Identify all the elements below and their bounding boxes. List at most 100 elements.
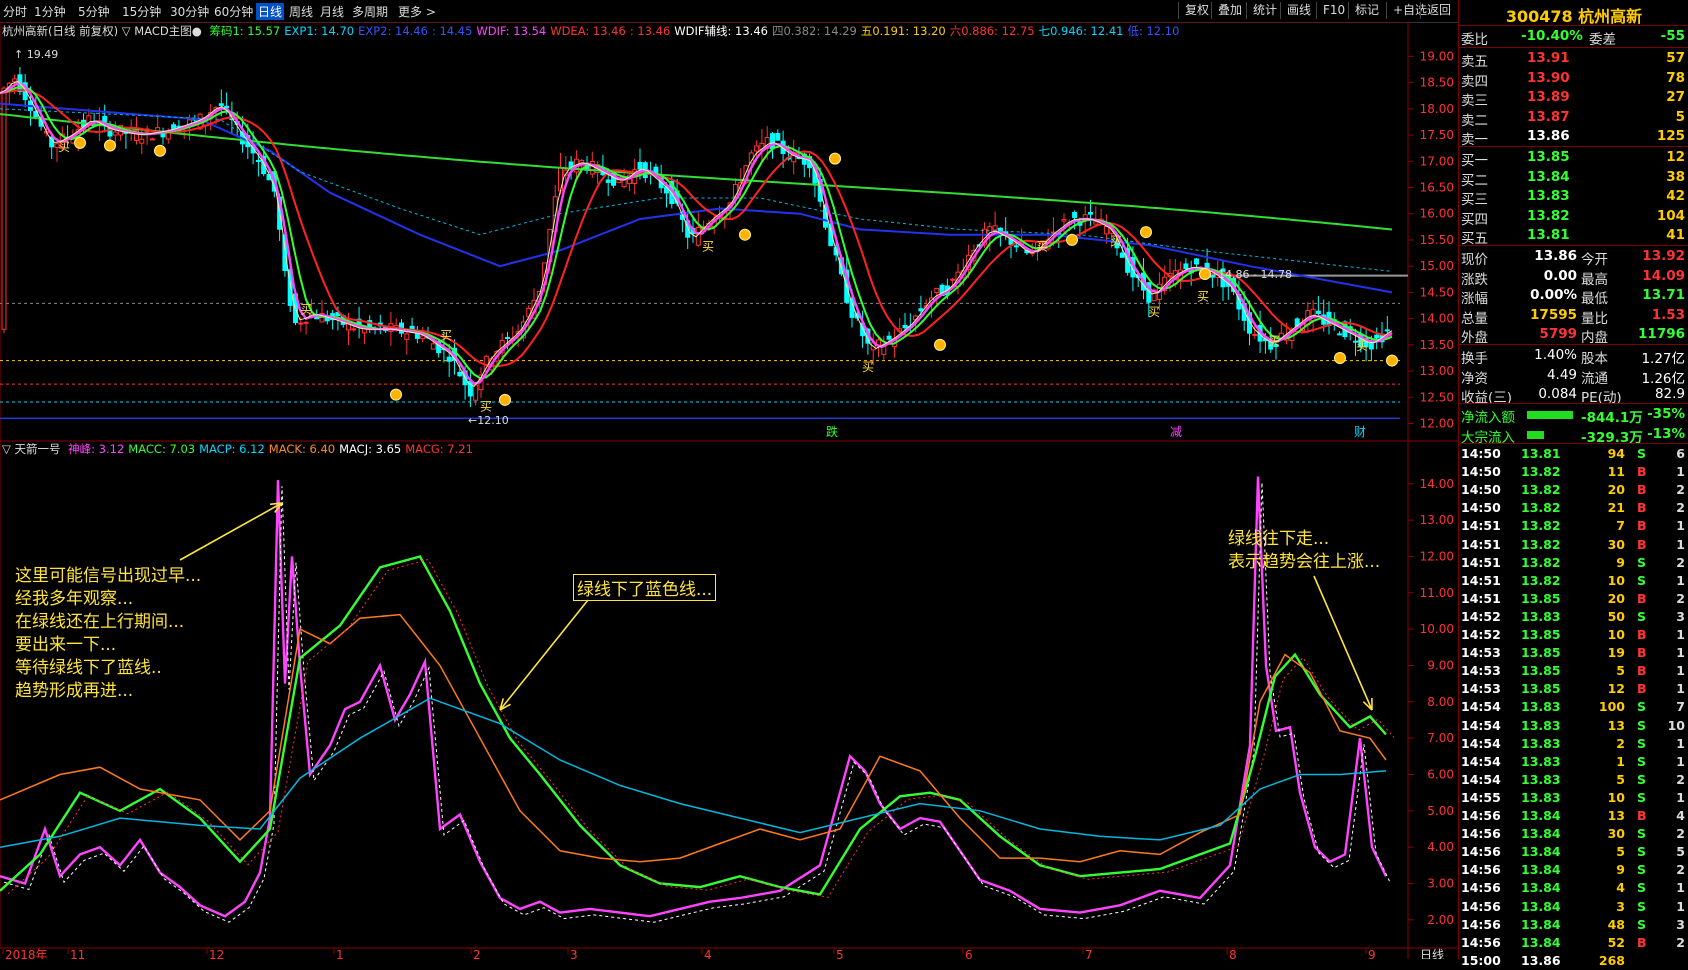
candle-body [473,384,479,401]
tick-row: 14:50 13.82 11 B 1 [1459,463,1688,481]
stat-label: 换手 [1461,351,1488,367]
period-tab-2[interactable]: 5分钟 [78,3,110,20]
stat-value: 1.53 [1651,306,1685,323]
tick-cell: 50 [1607,608,1625,624]
period-tab-0[interactable]: 分时 [3,3,27,20]
tick-cell: 13.83 [1521,735,1561,751]
tick-cell: B [1637,590,1647,606]
tick-cell: 14:54 [1461,771,1501,787]
period-tab-3[interactable]: 15分钟 [122,3,161,20]
bid-price: 13.81 [1527,227,1570,243]
toolbar-button-3[interactable]: 画线 [1280,2,1317,19]
tick-cell: 13.84 [1521,880,1561,896]
tick-cell: 4 [1676,808,1685,823]
buy-signal-label: 买 [862,360,874,374]
ask-volume: 57 [1666,50,1685,66]
divider [1459,403,1688,404]
quote-row: 买二 13.84 38 [1459,168,1688,189]
stat-label: 外盘 [1461,330,1488,346]
sub-axis-label: 3.00 [1427,876,1454,890]
toolbar-button-7[interactable]: 返回 [1420,2,1457,19]
price-axis-label: 16.00 [1420,207,1454,221]
time-axis-label: 2018年 [5,948,48,959]
toolbar-button-1[interactable]: 叠加 [1211,2,1248,19]
candle-body [1194,258,1199,265]
annotation-line: 趋势形成再进... [15,681,134,701]
tick-cell: S [1637,608,1647,624]
price-axis-label: 13.00 [1420,364,1454,378]
mack-line-orange [0,613,1387,863]
tick-cell: 13.85 [1521,590,1561,606]
toolbar-button-0[interactable]: 复权 [1178,2,1215,19]
annotation-line: 这里可能信号出现过早... [15,566,202,586]
tick-cell: 15:00 [1461,952,1501,968]
tick-cell: S [1637,826,1647,842]
annotation-line: 在绿线还在上行期间... [15,612,185,632]
tick-cell: 30 [1607,826,1625,842]
tick-cell: 14:56 [1461,862,1501,878]
period-tab-5[interactable]: 60分钟 [214,3,253,20]
stat-label: 涨幅 [1461,291,1488,307]
period-tab-9[interactable]: 多周期 [352,3,388,20]
tick-cell: 1 [1676,880,1685,896]
bid-price: 13.85 [1527,149,1570,165]
tick-cell: 1 [1676,627,1685,642]
candle-body [446,356,452,362]
quote-row: 买五 13.81 41 [1459,226,1688,247]
buy-signal-dot [1199,268,1211,281]
tick-cell: 13.82 [1521,554,1561,570]
period-tab-4[interactable]: 30分钟 [170,3,209,20]
toolbar-button-4[interactable]: F10 [1316,2,1351,19]
ask-label: 卖四 [1461,73,1488,90]
annotation-line: 表示趋势会往上涨... [1228,552,1381,572]
tick-cell: 14:53 [1461,681,1501,697]
ask-label: 卖五 [1461,54,1488,70]
tick-cell: S [1637,771,1647,787]
period-tab-8[interactable]: 月线 [320,3,344,20]
tick-cell: B [1637,681,1647,697]
sub-axis-label: 8.00 [1427,695,1454,709]
tick-cell: 2 [1676,862,1685,878]
main-legend-item: EXP1: 14.70 [284,24,355,38]
sub-legend-item: MACK: 6.40 [268,442,336,456]
tick-cell: 48 [1607,916,1625,932]
bid-volume: 104 [1656,207,1685,224]
toolbar-button-5[interactable]: 标记 [1348,2,1385,19]
tick-row: 14:56 13.84 52 B 2 [1459,934,1688,952]
candle-body [112,131,118,136]
toolbar-button-2[interactable]: 统计 [1246,2,1283,19]
main-legend-item: 低: 12.10 [1127,24,1180,38]
tick-cell: 1 [1676,518,1685,534]
chart-area[interactable]: 19.00 18.50 18.00 17.50 17.00 16.50 16.00 15.50… [0,21,1458,962]
tick-cell: 2 [1676,482,1685,498]
annotation-line: 绿线往下走... [1228,529,1330,549]
tick-cell: S [1637,735,1647,751]
macp-line-cyan [0,697,1387,848]
period-tab-7[interactable]: 周线 [289,3,313,20]
tick-cell: 13.85 [1521,663,1561,679]
tick-cell: 10 [1607,789,1625,805]
period-tab-6[interactable]: 日线 [256,3,285,20]
tick-cell: 5 [1616,844,1625,860]
tick-cell: S [1637,880,1647,896]
annotation-line: 等待绿线下了蓝线.. [15,658,162,678]
candle-body [1013,245,1019,248]
tick-cell: B [1637,536,1647,552]
candle-body [732,184,738,198]
buy-signal-dot [934,338,946,351]
tick-cell: 1 [1676,753,1685,769]
tick-cell: 4 [1616,880,1625,896]
candle-body [1061,218,1067,222]
buy-signal-label: 买 [1268,334,1280,348]
tick-row: 14:51 13.85 20 B 2 [1459,590,1688,608]
period-tab-1[interactable]: 1分钟 [34,3,66,20]
tick-cell: 14:56 [1461,880,1501,896]
divider [1459,146,1688,147]
tick-cell: 1 [1676,536,1685,552]
kline-chart-svg[interactable]: 19.0018.5018.0017.5017.0016.5016.0015.50… [0,21,1458,962]
quote-row: 净资 4.49 流通 1.26亿 [1459,366,1688,387]
sub-legend-title: ▽ 天箭一号 [2,442,61,456]
stat-value: 82.9 [1654,386,1685,402]
stat-label: 流通 [1581,370,1608,387]
period-tab-10[interactable]: 更多 > [398,3,436,20]
